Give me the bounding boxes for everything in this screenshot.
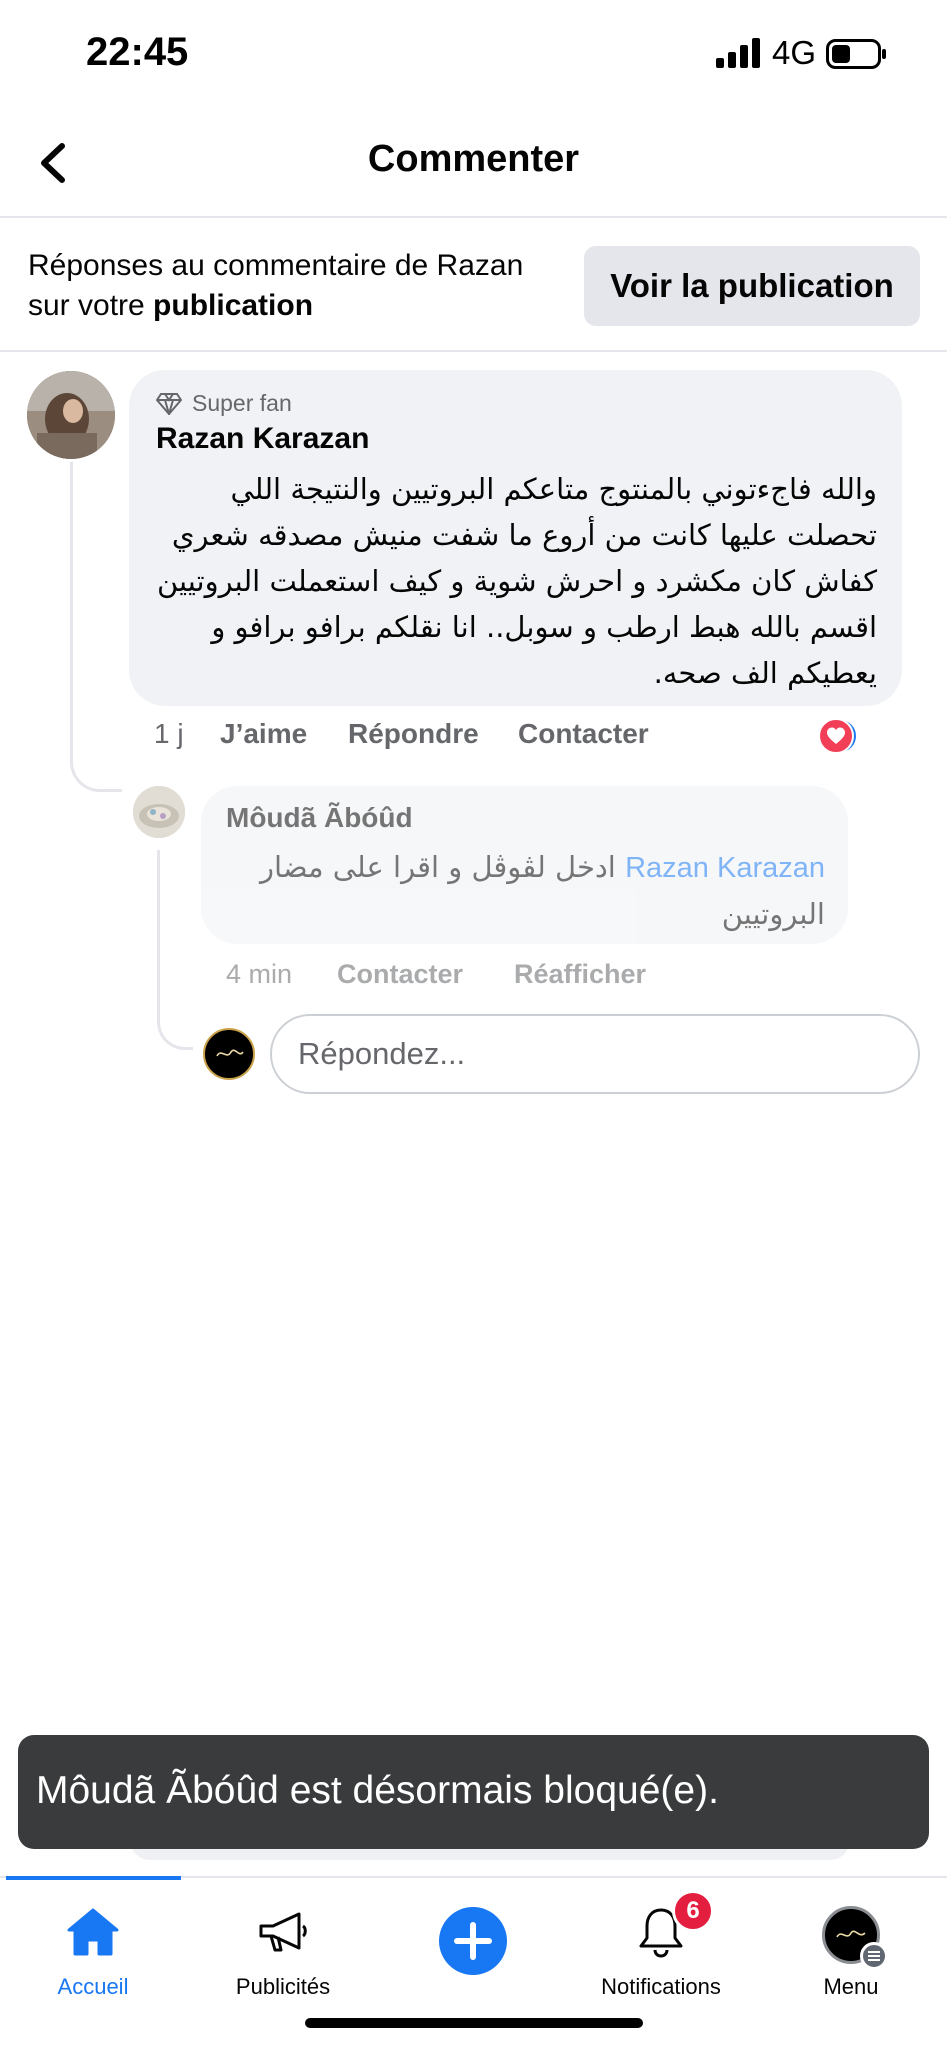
comment-author[interactable]: Razan Karazan xyxy=(156,422,369,456)
active-tab-indicator xyxy=(6,1876,181,1880)
diamond-icon xyxy=(156,392,182,415)
comment-actions: 1 j J’aime Répondre Contacter 3 xyxy=(154,714,914,754)
network-type: 4G xyxy=(772,34,817,71)
comment-text: والله فاجءتوني بالمنتوج متاعكم البروتيين… xyxy=(156,472,877,690)
status-time: 22:45 xyxy=(86,30,189,74)
reply-author[interactable]: Môudã Ãbóûd xyxy=(226,802,413,834)
my-avatar xyxy=(203,1028,255,1080)
comment-bubble: Super fan Razan Karazan والله فاجءتوني ب… xyxy=(129,370,902,706)
info-text: Réponses au commentaire de Razan sur vot… xyxy=(28,246,568,326)
toast: Môudã Ãbóûd est désormais bloqué(e). xyxy=(18,1735,929,1849)
page-title: Commenter xyxy=(367,138,580,180)
tab-create[interactable] xyxy=(378,1890,568,2010)
header: Commenter xyxy=(0,110,947,218)
reply-mention[interactable]: Razan Karazan xyxy=(625,852,825,884)
tab-ads[interactable]: Publicités xyxy=(188,1890,378,2010)
avatar-image xyxy=(27,371,115,459)
avatar[interactable] xyxy=(27,371,115,459)
tab-notifications-label: Notifications xyxy=(601,1974,721,1999)
reply-text-block: Razan Karazan ادخل لڨوڨل و اقرا على مضار… xyxy=(225,844,825,937)
toast-message: Môudã Ãbóûd est désormais bloqué(e). xyxy=(36,1769,719,1812)
love-reaction-icon xyxy=(818,718,854,754)
notification-badge: 6 xyxy=(672,1890,714,1932)
info-text-bold: publication xyxy=(153,289,314,322)
contact-button[interactable]: Contacter xyxy=(518,718,649,750)
comment-age: 1 j xyxy=(154,718,184,749)
home-indicator xyxy=(305,2018,643,2028)
thread-line-reply xyxy=(157,850,193,1050)
megaphone-icon xyxy=(259,1912,307,1952)
menu-lines-icon xyxy=(860,1942,888,1970)
like-button[interactable]: J’aime xyxy=(220,718,307,750)
tab-notifications[interactable]: 6 Notifications xyxy=(566,1890,756,2010)
reply-contact-button[interactable]: Contacter xyxy=(337,959,463,990)
reply-bubble: Môudã Ãbóûd Razan Karazan ادخل لڨوڨل و ا… xyxy=(201,786,848,944)
tab-ads-label: Publicités xyxy=(235,1974,331,1999)
tab-home[interactable]: Accueil xyxy=(0,1890,188,2010)
reply-avatar[interactable] xyxy=(133,786,185,838)
super-fan-label: Super fan xyxy=(192,390,292,416)
tab-home-label: Accueil xyxy=(57,1974,129,1999)
signal-icon xyxy=(716,38,760,68)
super-fan-badge: Super fan xyxy=(156,390,292,417)
status-bar: 22:45 4G xyxy=(0,0,947,100)
battery-icon xyxy=(826,39,886,69)
reply-input[interactable] xyxy=(270,1014,920,1094)
home-icon xyxy=(67,1908,119,1956)
info-bar: Réponses au commentaire de Razan sur vot… xyxy=(0,220,947,352)
tab-menu[interactable]: Menu xyxy=(756,1890,946,2010)
reply-age: 4 min xyxy=(226,959,293,989)
view-post-button[interactable]: Voir la publication xyxy=(584,246,920,326)
thread-line xyxy=(70,462,122,792)
reply-actions: 4 min Contacter Réafficher xyxy=(226,955,826,995)
reply-avatar-image xyxy=(133,786,185,838)
reshow-button[interactable]: Réafficher xyxy=(514,959,646,990)
plus-icon xyxy=(439,1907,507,1975)
my-avatar-logo xyxy=(216,1049,244,1057)
tab-menu-label: Menu xyxy=(823,1974,879,1999)
reply-button[interactable]: Répondre xyxy=(348,718,479,750)
